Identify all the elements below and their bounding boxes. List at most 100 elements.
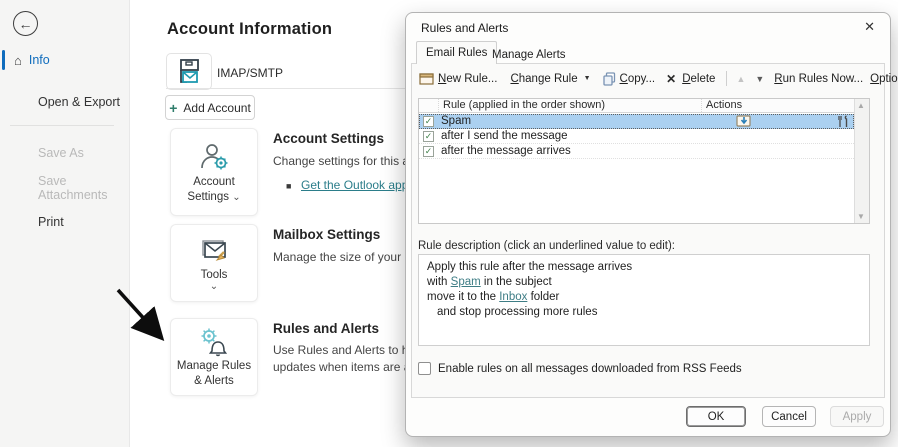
rules-gear-bell-icon <box>197 327 231 357</box>
home-icon: ⌂ <box>14 53 22 68</box>
active-accent-bar <box>2 50 5 70</box>
back-button[interactable]: ← <box>13 11 38 36</box>
section-title-mailbox-settings: Mailbox Settings <box>273 227 380 242</box>
rule-row-after-arrives[interactable]: ✓ after the message arrives <box>419 144 854 159</box>
header-checkbox-column <box>419 99 439 112</box>
tab-label: Manage Alerts <box>492 49 566 61</box>
rules-and-alerts-dialog: Rules and Alerts ✕ Email Rules Manage Al… <box>405 12 891 437</box>
rules-list-scrollbar[interactable]: ▲ ▼ <box>854 99 869 223</box>
card-label-line1: Account <box>193 176 235 188</box>
sidebar-item-label: Save As <box>38 146 84 160</box>
card-label-line1: Manage Rules <box>177 360 251 372</box>
sidebar-divider <box>10 125 114 126</box>
chevron-down-icon: ⌄ <box>210 284 218 289</box>
sidebar-item-info[interactable]: ⌂ Info <box>0 48 130 72</box>
description-line-3: move it to the Inbox folder <box>427 290 861 305</box>
copy-button[interactable]: Copy... <box>603 72 656 86</box>
description-line-2: with Spam in the subject <box>427 275 861 290</box>
change-rule-button[interactable]: Change Rule ▼ <box>510 73 590 85</box>
rule-options-wrench-icon <box>837 115 850 128</box>
run-rules-label: Run Rules Now... <box>774 73 863 85</box>
rule-row-after-send[interactable]: ✓ after I send the message <box>419 129 854 144</box>
description-line-4: and stop processing more rules <box>427 305 861 320</box>
close-icon[interactable]: ✕ <box>864 19 875 35</box>
rule-name: after the message arrives <box>441 145 854 157</box>
run-rules-now-button[interactable]: Run Rules Now... <box>774 73 863 85</box>
rule-row-spam[interactable]: ✓ Spam <box>419 114 854 129</box>
chevron-down-icon: ⌄ <box>232 192 240 203</box>
cancel-button[interactable]: Cancel <box>762 406 816 427</box>
move-rule-down-button[interactable]: ▼ <box>755 74 764 84</box>
back-arrow-icon: ← <box>19 16 33 32</box>
spam-value-link[interactable]: Spam <box>451 276 481 288</box>
tools-icon <box>197 238 231 266</box>
new-rule-button[interactable]: New Rule... <box>419 72 497 85</box>
manage-rules-alerts-button[interactable]: Manage Rules & Alerts <box>170 318 258 396</box>
sidebar-item-print[interactable]: Print <box>0 210 130 234</box>
rule-enabled-checkbox[interactable]: ✓ <box>423 131 434 142</box>
inbox-value-link[interactable]: Inbox <box>499 291 527 303</box>
sidebar-item-save-as[interactable]: Save As <box>0 141 130 165</box>
move-rule-up-button[interactable]: ▲ <box>736 74 745 84</box>
account-settings-button[interactable]: Account Settings ⌄ <box>170 128 258 216</box>
card-label-line2: & Alerts <box>194 375 234 387</box>
imap-account-icon <box>174 58 204 86</box>
bullet-icon: ■ <box>286 181 291 191</box>
card-label: Tools <box>201 269 228 281</box>
delete-button[interactable]: ✕ Delete <box>666 72 715 86</box>
rule-enabled-checkbox[interactable]: ✓ <box>423 116 434 127</box>
card-label-line2: Settings ⌄ <box>187 191 240 203</box>
ok-button[interactable]: OK <box>686 406 746 427</box>
delete-label: Delete <box>682 73 715 85</box>
rule-description-label: Rule description (click an underlined va… <box>418 240 675 252</box>
check-icon: ✓ <box>425 147 433 156</box>
check-icon: ✓ <box>425 117 433 126</box>
sidebar-item-open-export[interactable]: Open & Export <box>0 90 130 114</box>
section-title-account-settings: Account Settings <box>273 131 384 146</box>
new-rule-label: New Rule... <box>438 73 497 85</box>
apply-label: Apply <box>843 411 872 423</box>
tools-button[interactable]: Tools ⌄ <box>170 224 258 302</box>
section-text-rules-alerts-2: updates when items are add <box>273 360 424 374</box>
cancel-label: Cancel <box>771 411 807 423</box>
account-name: IMAP/SMTP <box>217 66 283 80</box>
add-account-button[interactable]: + Add Account <box>165 95 255 120</box>
page-title: Account Information <box>167 20 332 39</box>
description-line-1: Apply this rule after the message arrive… <box>427 260 861 275</box>
rules-list: Rule (applied in the order shown) Action… <box>418 98 870 224</box>
rules-toolbar: New Rule... Change Rule ▼ Copy... ✕ Dele… <box>419 71 898 86</box>
tab-manage-alerts[interactable]: Manage Alerts <box>483 43 575 66</box>
rule-description-box: Apply this rule after the message arrive… <box>418 254 870 346</box>
header-rule-column: Rule (applied in the order shown) <box>439 99 702 112</box>
get-outlook-app-link[interactable]: Get the Outlook app fo <box>301 178 422 192</box>
options-button[interactable]: Options <box>870 73 898 85</box>
sidebar-item-label: Info <box>29 53 50 67</box>
header-actions-column: Actions <box>702 99 854 112</box>
sidebar-item-label: Save Attachments <box>38 174 130 202</box>
backstage-sidebar: ← ⌂ Info Open & Export Save As Save Atta… <box>0 0 130 447</box>
sidebar-item-label: Print <box>38 215 64 229</box>
delete-x-icon: ✕ <box>666 72 676 86</box>
add-account-label: Add Account <box>183 101 250 115</box>
section-text-rules-alerts-1: Use Rules and Alerts to help <box>273 343 424 357</box>
rule-enabled-checkbox[interactable]: ✓ <box>423 146 434 157</box>
ok-label: OK <box>708 411 725 423</box>
tab-label: Email Rules <box>426 47 487 59</box>
copy-label: Copy... <box>620 73 656 85</box>
scroll-up-icon[interactable]: ▲ <box>857 101 865 110</box>
apply-button[interactable]: Apply <box>830 406 884 427</box>
outlook-backstage-screen: ← ⌂ Info Open & Export Save As Save Atta… <box>0 0 898 447</box>
scroll-down-icon[interactable]: ▼ <box>857 212 865 221</box>
dialog-title: Rules and Alerts <box>421 21 508 35</box>
section-title-rules-alerts: Rules and Alerts <box>273 321 379 336</box>
move-to-folder-icon <box>736 115 751 127</box>
section-text-mailbox-settings: Manage the size of your ma <box>273 250 421 264</box>
copy-icon <box>603 72 616 86</box>
sidebar-item-save-attachments[interactable]: Save Attachments <box>0 176 130 200</box>
rss-checkbox[interactable] <box>418 362 431 375</box>
rule-name: after I send the message <box>441 130 854 142</box>
rules-list-header: Rule (applied in the order shown) Action… <box>419 99 854 113</box>
change-rule-label: Change Rule <box>510 73 577 85</box>
account-settings-icon <box>197 141 231 173</box>
new-rule-icon <box>419 72 434 85</box>
